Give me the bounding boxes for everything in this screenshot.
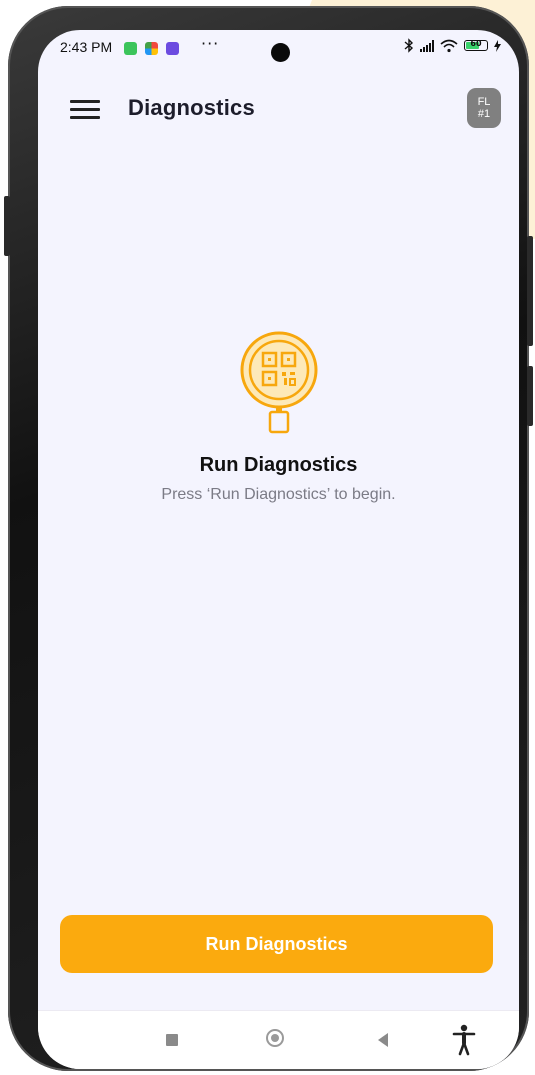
more-notifications-icon: ··· — [201, 34, 220, 53]
messages-app-icon — [124, 42, 137, 55]
side-button — [4, 196, 10, 256]
page-title: Diagnostics — [128, 95, 255, 120]
side-button — [527, 366, 533, 426]
home-icon[interactable] — [266, 1029, 284, 1047]
status-bar: 2:43 PM ··· 60 — [38, 30, 519, 66]
bluetooth-icon — [404, 38, 414, 53]
qr-search-icon — [240, 331, 317, 434]
app-bar: Diagnostics FL #1 — [38, 86, 519, 134]
battery-level: 60 — [470, 39, 482, 48]
status-time: 2:43 PM — [60, 39, 113, 55]
empty-state-title: Run Diagnostics — [199, 454, 358, 476]
signal-icon — [420, 39, 434, 52]
run-diagnostics-button[interactable]: Run Diagnostics — [60, 915, 493, 973]
browser-app-icon — [166, 42, 179, 55]
phone-frame: 2:43 PM ··· 60 Diagnostics FL #1 Run Dia… — [4, 6, 533, 1071]
accessibility-icon[interactable] — [452, 1024, 476, 1056]
recent-apps-icon[interactable] — [166, 1034, 178, 1046]
gallery-app-icon — [145, 42, 158, 55]
avatar-initials: FL — [477, 96, 491, 108]
empty-state-subtitle: Press ‘Run Diagnostics’ to begin. — [161, 486, 396, 503]
avatar-number: #1 — [477, 108, 491, 120]
side-button — [527, 236, 533, 346]
charging-icon — [494, 39, 501, 52]
avatar[interactable]: FL #1 — [467, 88, 501, 128]
hamburger-menu-icon[interactable] — [68, 94, 102, 124]
phone-screen: 2:43 PM ··· 60 Diagnostics FL #1 Run Dia… — [38, 30, 519, 1069]
wifi-icon — [440, 39, 458, 52]
front-camera — [271, 43, 290, 62]
stage: 2:43 PM ··· 60 Diagnostics FL #1 Run Dia… — [0, 0, 535, 1075]
battery-icon: 60 — [464, 39, 488, 51]
status-right: 60 — [404, 38, 501, 53]
empty-state: Run Diagnostics Press ‘Run Diagnostics’ … — [38, 330, 519, 504]
back-icon[interactable] — [378, 1033, 388, 1047]
system-nav-bar — [38, 1010, 519, 1069]
